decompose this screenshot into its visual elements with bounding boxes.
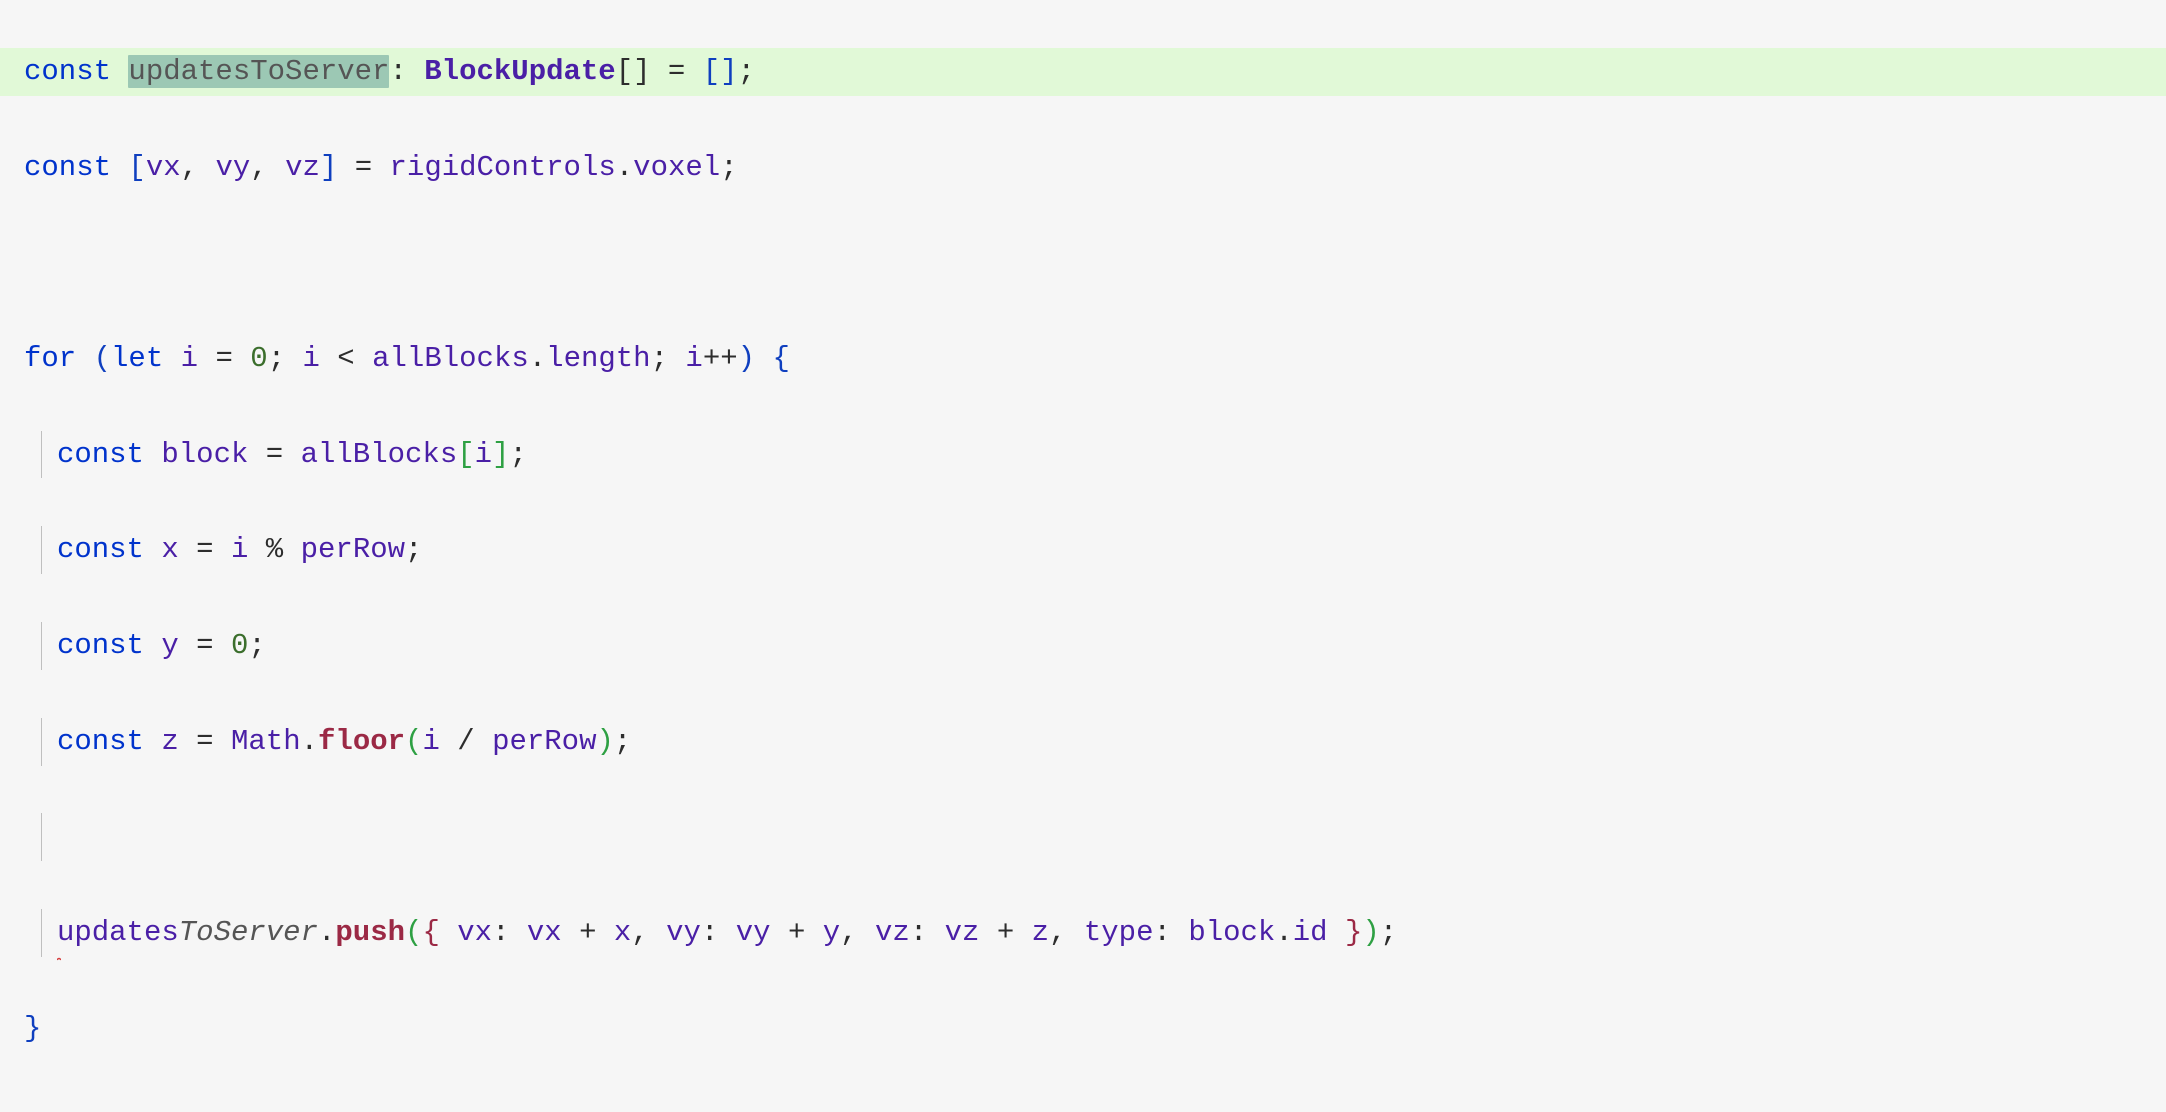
variable-selection: updatesToServer [128,55,389,88]
code-line-5: const block = allBlocks[i]; [0,431,2166,479]
code-block: const updatesToServer: BlockUpdate[] = [… [0,0,2166,1112]
code-line-6: const x = i % perRow; [0,526,2166,574]
keyword-const: const [24,55,111,88]
code-line-8: const z = Math.floor(i / perRow); [0,718,2166,766]
code-line-4: for (let i = 0; i < allBlocks.length; i+… [0,335,2166,383]
code-line-2: const [vx, vy, vz] = rigidControls.voxel… [0,144,2166,192]
method-floor: floor [318,725,405,758]
code-line-10: updatesToServer.push({ vx: vx + x, vy: v… [0,909,2166,957]
code-line-blank2 [0,813,2166,861]
code-line-blank [0,239,2166,287]
type-name: BlockUpdate [424,55,615,88]
code-line-1: const updatesToServer: BlockUpdate[] = [… [0,48,2166,96]
error-squiggle: updates [57,909,179,957]
code-line-11: } [0,1005,2166,1053]
method-push: push [335,916,405,949]
hint-text: ToServer [179,916,318,949]
code-line-7: const y = 0; [0,622,2166,670]
